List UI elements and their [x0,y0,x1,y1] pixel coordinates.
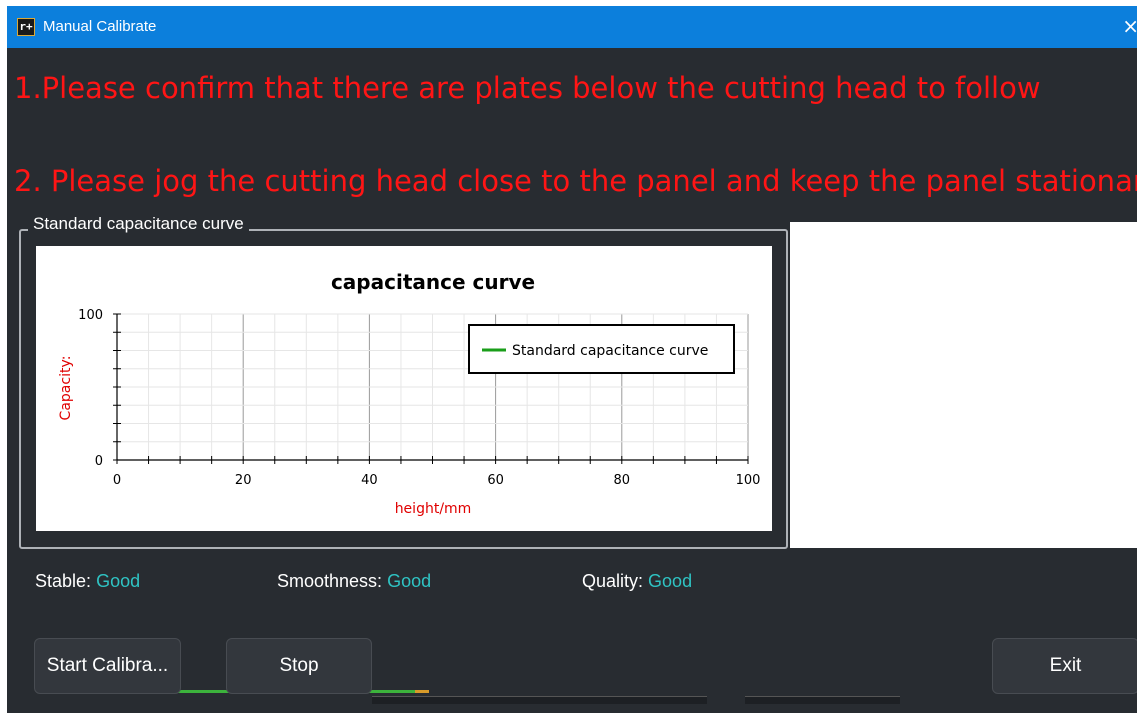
y-axis-label: Capacity: [58,356,74,421]
status-stable: Stable: Good [35,569,140,593]
chart-title: capacitance curve [331,270,535,294]
instruction-step-1: 1.Please confirm that there are plates b… [14,71,1041,105]
x-tick-label: 40 [361,473,378,488]
progress-line-end [415,690,429,693]
stable-value: Good [96,571,141,591]
hidden-button-edge [745,696,900,704]
quality-value: Good [648,571,693,591]
instruction-step-2: 2. Please jog the cutting head close to … [14,164,1137,198]
close-icon[interactable]: × [1122,15,1137,37]
x-tick-label: 20 [235,473,252,488]
quality-label: Quality: [582,571,644,591]
side-panel [790,222,1137,548]
chart-legend: Standard capacitance curve [468,324,735,374]
legend-label: Standard capacitance curve [512,343,708,359]
exit-button[interactable]: Exit [992,638,1137,694]
window-title: Manual Calibrate [43,18,157,35]
status-smoothness: Smoothness: Good [277,569,431,593]
stable-label: Stable: [35,571,92,591]
x-axis-label: height/mm [395,501,472,517]
y-tick-label: 0 [95,454,103,469]
x-tick-label: 0 [113,473,121,488]
x-tick-label: 80 [614,473,631,488]
hidden-button-edge [552,696,707,704]
groupbox-title: Standard capacitance curve [28,213,249,235]
chart-svg: capacitance curve 0 20 40 60 80 100 0 100 heigh… [58,270,761,517]
stop-button[interactable]: Stop [226,638,372,694]
x-tick-label: 100 [736,473,761,488]
smoothness-value: Good [387,571,432,591]
status-quality: Quality: Good [582,569,692,593]
y-tick-label: 100 [78,308,103,323]
app-icon: r+ [17,18,35,36]
start-calibrate-button[interactable]: Start Calibra... [34,638,181,694]
x-tick-label: 60 [487,473,504,488]
manual-calibrate-window: r+ Manual Calibrate × 1.Please confirm t… [7,6,1137,713]
title-bar[interactable]: r+ Manual Calibrate × [7,6,1137,48]
smoothness-label: Smoothness: [277,571,383,591]
capacitance-chart: capacitance curve 0 20 40 60 80 100 0 100 heigh… [36,246,772,531]
